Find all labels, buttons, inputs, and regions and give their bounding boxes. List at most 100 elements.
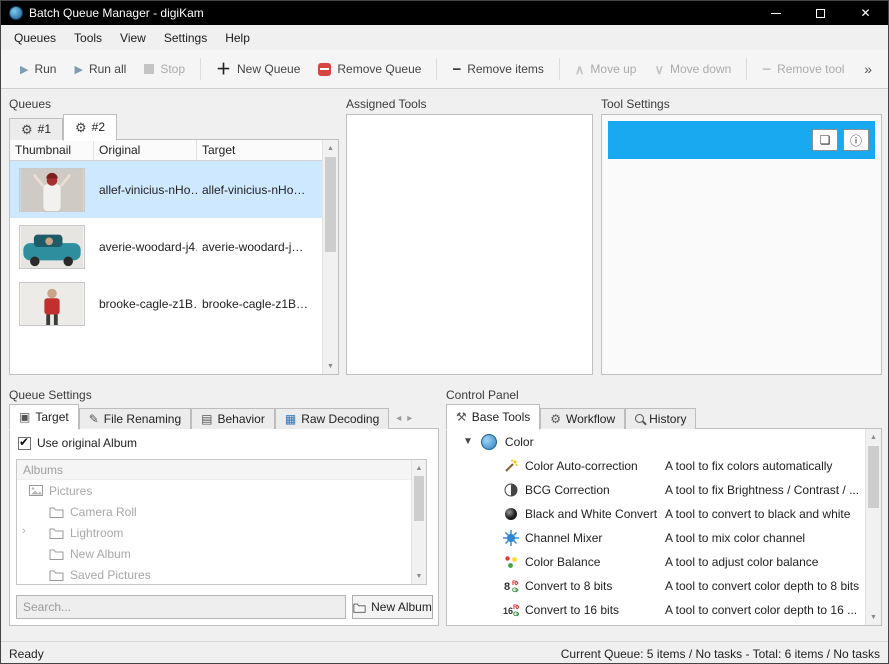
tab-scroll-left-button[interactable]: ◂ — [393, 413, 404, 424]
run-button[interactable]: ▶ Run — [11, 57, 65, 81]
new-queue-label: New Queue — [237, 62, 300, 76]
tab-raw-decoding[interactable]: ▦ Raw Decoding — [275, 408, 389, 429]
minimize-button[interactable] — [753, 1, 798, 25]
maximize-button[interactable] — [798, 1, 843, 25]
queue-table-scrollbar[interactable]: ▲ ▼ — [322, 140, 338, 374]
tab-target[interactable]: ▣ Target — [9, 404, 79, 430]
close-button[interactable]: ✕ — [843, 1, 888, 25]
table-row[interactable]: averie-woodard-j4… averie-woodard-j… — [10, 218, 338, 275]
column-header-thumbnail[interactable]: Thumbnail — [10, 140, 94, 160]
tab-base-tools[interactable]: ⚒ Base Tools — [446, 404, 540, 430]
info-button[interactable]: ⓘ — [843, 129, 869, 151]
tool-black-white-convert[interactable]: Black and White Convert A tool to conver… — [447, 502, 865, 526]
scrollbar-thumb[interactable] — [325, 157, 336, 252]
photo-thumbnail-3 — [19, 282, 85, 326]
check-icon: ✔ — [19, 435, 29, 449]
use-original-album-checkbox[interactable]: ✔ — [18, 437, 31, 450]
main-area: Queues ⚙ #1 ⚙ #2 Thumbnail Original Targ… — [1, 89, 888, 641]
move-up-button[interactable]: ∧ Move up — [566, 57, 646, 81]
tool-description-button[interactable]: ❏ — [812, 129, 838, 151]
menu-view[interactable]: View — [111, 27, 155, 49]
tool-convert-8-bits[interactable]: 8 R G Convert to 8 bits A tool to conver… — [447, 574, 865, 598]
info-icon: ⓘ — [850, 132, 862, 149]
category-color[interactable]: ▼ Color — [447, 429, 865, 454]
album-label: Pictures — [49, 484, 92, 498]
close-icon: ✕ — [860, 7, 870, 19]
tool-color-balance[interactable]: Color Balance A tool to adjust color bal… — [447, 550, 865, 574]
tab-behavior[interactable]: ▤ Behavior — [191, 408, 275, 429]
tools-icon: ⚒ — [456, 411, 467, 423]
assigned-tools-list[interactable] — [346, 114, 593, 375]
remove-tool-button[interactable]: − Remove tool — [753, 57, 853, 82]
thumbnail — [10, 168, 94, 212]
tab-target-label: Target — [35, 410, 68, 424]
run-label: Run — [34, 62, 56, 76]
albums-scrollbar[interactable]: ▲ ▼ — [411, 460, 426, 584]
tab-history[interactable]: History — [625, 408, 696, 429]
scrollbar-thumb[interactable] — [414, 476, 424, 521]
tool-bcg-correction[interactable]: BCG Correction A tool to fix Brightness … — [447, 478, 865, 502]
new-queue-button[interactable]: ＋ New Queue — [207, 57, 309, 82]
table-row[interactable]: allef-vinicius-nHo… allef-vinicius-nHo… — [10, 161, 338, 218]
menu-tools[interactable]: Tools — [65, 27, 111, 49]
album-item-camera-roll[interactable]: Camera Roll — [17, 501, 426, 522]
use-original-album-row[interactable]: ✔ Use original Album — [18, 436, 137, 450]
statusbar: Ready Current Queue: 5 items / No tasks … — [1, 641, 888, 664]
scroll-up-arrow[interactable]: ▲ — [412, 460, 426, 476]
menu-settings[interactable]: Settings — [155, 27, 216, 49]
menubar: Queues Tools View Settings Help — [1, 25, 888, 50]
scroll-up-arrow[interactable]: ▲ — [866, 429, 881, 445]
tool-description: A tool to convert to black and white — [665, 507, 865, 521]
tools-list-scrollbar[interactable]: ▲ ▼ — [865, 429, 881, 625]
tool-name: BCG Correction — [525, 483, 659, 497]
table-row[interactable]: brooke-cagle-z1B… brooke-cagle-z1B… — [10, 275, 338, 332]
tab-workflow[interactable]: ⚙ Workflow — [540, 408, 625, 429]
tool-channel-mixer[interactable]: Channel Mixer A tool to mix color channe… — [447, 526, 865, 550]
run-all-button[interactable]: ▶ Run all — [65, 57, 135, 81]
svg-text:16: 16 — [503, 606, 513, 616]
album-item-new-album[interactable]: New Album — [17, 543, 426, 564]
scroll-down-arrow[interactable]: ▼ — [866, 609, 881, 625]
magnifier-icon — [635, 414, 644, 423]
remove-tool-label: Remove tool — [777, 62, 844, 76]
queue-tab-2[interactable]: ⚙ #2 — [63, 114, 117, 141]
expander-icon[interactable]: › — [22, 525, 26, 537]
column-header-original[interactable]: Original — [94, 140, 197, 160]
scroll-down-arrow[interactable]: ▼ — [412, 568, 426, 584]
digikam-app-icon — [9, 6, 23, 20]
base-tools-list: ▼ Color Color Auto-correction A tool to … — [446, 428, 882, 626]
target-filename: brooke-cagle-z1B… — [197, 297, 308, 311]
queue-tab-1[interactable]: ⚙ #1 — [9, 118, 63, 140]
control-panel-label: Control Panel — [446, 388, 519, 402]
album-item-lightroom[interactable]: › Lightroom — [17, 522, 426, 543]
album-label: Camera Roll — [70, 505, 137, 519]
convert-8-bits-icon: 8 R G — [503, 578, 519, 594]
expander-down-icon[interactable]: ▼ — [463, 436, 473, 447]
photo-thumbnail-1 — [19, 168, 85, 212]
toolbar-separator — [436, 58, 437, 80]
menu-help[interactable]: Help — [216, 27, 259, 49]
window-title: Batch Queue Manager - digiKam — [29, 6, 204, 20]
scrollbar-thumb[interactable] — [868, 446, 879, 508]
new-album-button[interactable]: New Album — [352, 595, 433, 619]
minimize-icon — [771, 13, 781, 14]
remove-items-button[interactable]: − Remove items — [443, 57, 552, 82]
tab-file-renaming[interactable]: ✎ File Renaming — [79, 408, 191, 429]
album-item-pictures[interactable]: Pictures — [17, 480, 426, 501]
queue-settings-content: ✔ Use original Album Albums Pictures — [9, 428, 439, 626]
scroll-down-arrow[interactable]: ▼ — [323, 358, 338, 374]
assigned-tools-label: Assigned Tools — [346, 97, 427, 111]
tool-convert-16-bits[interactable]: 16 R G Convert to 16 bits A tool to conv… — [447, 598, 865, 622]
column-header-target[interactable]: Target — [197, 140, 308, 160]
remove-queue-button[interactable]: Remove Queue — [309, 57, 430, 81]
tool-color-auto-correction[interactable]: Color Auto-correction A tool to fix colo… — [447, 454, 865, 478]
toolbar-overflow-button[interactable]: » — [858, 57, 878, 81]
tab-history-label: History — [649, 412, 686, 426]
menu-queues[interactable]: Queues — [5, 27, 65, 49]
album-item-saved-pictures[interactable]: Saved Pictures — [17, 564, 426, 585]
scroll-up-arrow[interactable]: ▲ — [323, 140, 338, 156]
search-input[interactable] — [16, 595, 346, 619]
move-down-button[interactable]: ∨ Move down — [645, 57, 740, 81]
stop-button[interactable]: Stop — [135, 57, 194, 81]
tab-scroll-right-button[interactable]: ▸ — [404, 413, 415, 424]
